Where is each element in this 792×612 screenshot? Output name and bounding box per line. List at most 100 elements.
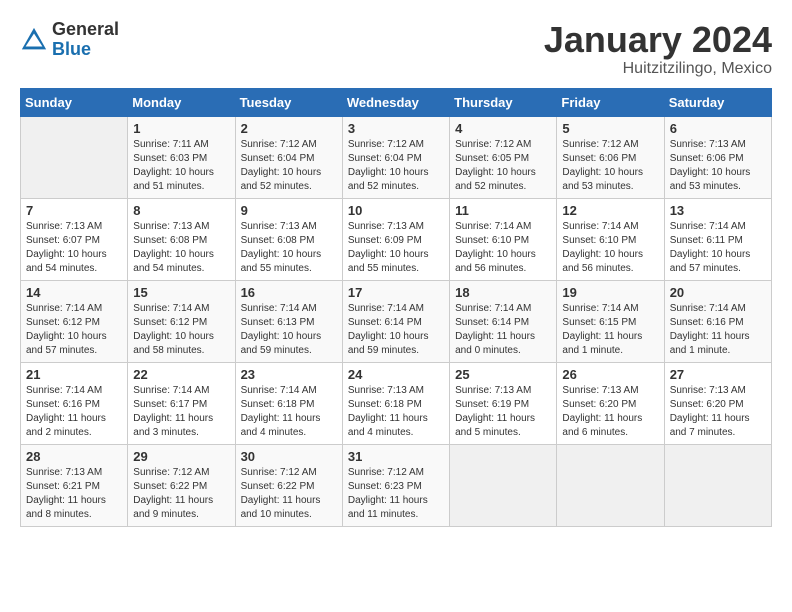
day-number: 14 bbox=[26, 285, 122, 300]
day-info: Sunrise: 7:13 AMSunset: 6:19 PMDaylight:… bbox=[455, 384, 551, 440]
day-info: Sunrise: 7:11 AMSunset: 6:03 PMDaylight:… bbox=[133, 138, 229, 194]
day-info: Sunrise: 7:14 AMSunset: 6:15 PMDaylight:… bbox=[562, 302, 658, 358]
day-info: Sunrise: 7:13 AMSunset: 6:20 PMDaylight:… bbox=[562, 384, 658, 440]
day-cell: 10Sunrise: 7:13 AMSunset: 6:09 PMDayligh… bbox=[342, 198, 449, 280]
calendar-table: SundayMondayTuesdayWednesdayThursdayFrid… bbox=[20, 88, 772, 527]
day-cell: 8 Sunrise: 7:13 AMSunset: 6:08 PMDaylight… bbox=[128, 198, 235, 280]
page-header: General Blue January 2024 Huitzitzilingo… bbox=[20, 20, 772, 78]
day-number: 10 bbox=[348, 203, 444, 218]
day-info: Sunrise: 7:13 AMSunset: 6:07 PMDaylight:… bbox=[26, 220, 122, 276]
day-number: 11 bbox=[455, 203, 551, 218]
location: Huitzitzilingo, Mexico bbox=[544, 60, 772, 78]
logo-general-text: General bbox=[52, 19, 119, 39]
day-cell: 17 Sunrise: 7:14 AMSunset: 6:14 PMDayligh… bbox=[342, 280, 449, 362]
day-cell: 28 Sunrise: 7:13 AMSunset: 6:21 PMDayligh… bbox=[21, 444, 128, 526]
day-number: 8 bbox=[133, 203, 229, 218]
day-info: Sunrise: 7:13 AMSunset: 6:06 PMDaylight:… bbox=[670, 138, 766, 194]
day-number: 9 bbox=[241, 203, 337, 218]
day-cell: 22Sunrise: 7:14 AMSunset: 6:17 PMDayligh… bbox=[128, 362, 235, 444]
day-info: Sunrise: 7:13 AMSunset: 6:21 PMDaylight:… bbox=[26, 466, 122, 522]
day-cell: 13Sunrise: 7:14 AMSunset: 6:11 PMDayligh… bbox=[664, 198, 771, 280]
day-number: 13 bbox=[670, 203, 766, 218]
day-number: 26 bbox=[562, 367, 658, 382]
day-number: 15 bbox=[133, 285, 229, 300]
day-number: 17 bbox=[348, 285, 444, 300]
day-number: 27 bbox=[670, 367, 766, 382]
day-info: Sunrise: 7:14 AMSunset: 6:18 PMDaylight:… bbox=[241, 384, 337, 440]
title-block: January 2024 Huitzitzilingo, Mexico bbox=[544, 20, 772, 78]
logo-blue-text: Blue bbox=[52, 39, 91, 59]
day-header-saturday: Saturday bbox=[664, 88, 771, 116]
day-number: 29 bbox=[133, 449, 229, 464]
day-number: 4 bbox=[455, 121, 551, 136]
day-number: 31 bbox=[348, 449, 444, 464]
day-cell: 30 Sunrise: 7:12 AMSunset: 6:22 PMDayligh… bbox=[235, 444, 342, 526]
day-cell: 1 Sunrise: 7:11 AMSunset: 6:03 PMDaylight… bbox=[128, 116, 235, 198]
day-number: 1 bbox=[133, 121, 229, 136]
day-number: 7 bbox=[26, 203, 122, 218]
month-title: January 2024 bbox=[544, 20, 772, 60]
day-number: 12 bbox=[562, 203, 658, 218]
day-number: 22 bbox=[133, 367, 229, 382]
day-cell: 18 Sunrise: 7:14 AMSunset: 6:14 PMDayligh… bbox=[450, 280, 557, 362]
week-row-2: 7 Sunrise: 7:13 AMSunset: 6:07 PMDaylight… bbox=[21, 198, 772, 280]
day-header-tuesday: Tuesday bbox=[235, 88, 342, 116]
day-cell: 25 Sunrise: 7:13 AMSunset: 6:19 PMDayligh… bbox=[450, 362, 557, 444]
day-number: 16 bbox=[241, 285, 337, 300]
day-number: 5 bbox=[562, 121, 658, 136]
day-number: 23 bbox=[241, 367, 337, 382]
day-number: 19 bbox=[562, 285, 658, 300]
week-row-3: 14 Sunrise: 7:14 AMSunset: 6:12 PMDayligh… bbox=[21, 280, 772, 362]
day-number: 30 bbox=[241, 449, 337, 464]
day-info: Sunrise: 7:12 AMSunset: 6:22 PMDaylight:… bbox=[241, 466, 337, 522]
day-cell bbox=[557, 444, 664, 526]
day-cell: 24Sunrise: 7:13 AMSunset: 6:18 PMDayligh… bbox=[342, 362, 449, 444]
day-number: 21 bbox=[26, 367, 122, 382]
day-cell: 2 Sunrise: 7:12 AMSunset: 6:04 PMDaylight… bbox=[235, 116, 342, 198]
day-info: Sunrise: 7:13 AMSunset: 6:08 PMDaylight:… bbox=[133, 220, 229, 276]
day-number: 28 bbox=[26, 449, 122, 464]
day-info: Sunrise: 7:14 AMSunset: 6:16 PMDaylight:… bbox=[26, 384, 122, 440]
day-cell: 5Sunrise: 7:12 AMSunset: 6:06 PMDaylight… bbox=[557, 116, 664, 198]
day-cell bbox=[21, 116, 128, 198]
day-info: Sunrise: 7:14 AMSunset: 6:14 PMDaylight:… bbox=[348, 302, 444, 358]
day-number: 20 bbox=[670, 285, 766, 300]
day-number: 3 bbox=[348, 121, 444, 136]
week-row-4: 21 Sunrise: 7:14 AMSunset: 6:16 PMDayligh… bbox=[21, 362, 772, 444]
day-info: Sunrise: 7:14 AMSunset: 6:16 PMDaylight:… bbox=[670, 302, 766, 358]
day-info: Sunrise: 7:12 AMSunset: 6:04 PMDaylight:… bbox=[241, 138, 337, 194]
day-info: Sunrise: 7:14 AMSunset: 6:14 PMDaylight:… bbox=[455, 302, 551, 358]
day-cell bbox=[450, 444, 557, 526]
day-number: 18 bbox=[455, 285, 551, 300]
day-number: 25 bbox=[455, 367, 551, 382]
logo-text: General Blue bbox=[52, 20, 119, 60]
day-cell: 21 Sunrise: 7:14 AMSunset: 6:16 PMDayligh… bbox=[21, 362, 128, 444]
day-info: Sunrise: 7:14 AMSunset: 6:10 PMDaylight:… bbox=[455, 220, 551, 276]
day-header-thursday: Thursday bbox=[450, 88, 557, 116]
day-header-monday: Monday bbox=[128, 88, 235, 116]
day-cell: 20 Sunrise: 7:14 AMSunset: 6:16 PMDayligh… bbox=[664, 280, 771, 362]
day-cell: 15Sunrise: 7:14 AMSunset: 6:12 PMDayligh… bbox=[128, 280, 235, 362]
day-number: 2 bbox=[241, 121, 337, 136]
day-info: Sunrise: 7:14 AMSunset: 6:13 PMDaylight:… bbox=[241, 302, 337, 358]
day-cell: 29 Sunrise: 7:12 AMSunset: 6:22 PMDayligh… bbox=[128, 444, 235, 526]
day-cell: 3 Sunrise: 7:12 AMSunset: 6:04 PMDaylight… bbox=[342, 116, 449, 198]
day-info: Sunrise: 7:12 AMSunset: 6:04 PMDaylight:… bbox=[348, 138, 444, 194]
day-header-wednesday: Wednesday bbox=[342, 88, 449, 116]
day-header-sunday: Sunday bbox=[21, 88, 128, 116]
day-cell: 31 Sunrise: 7:12 AMSunset: 6:23 PMDayligh… bbox=[342, 444, 449, 526]
day-cell: 12 Sunrise: 7:14 AMSunset: 6:10 PMDayligh… bbox=[557, 198, 664, 280]
day-info: Sunrise: 7:12 AMSunset: 6:23 PMDaylight:… bbox=[348, 466, 444, 522]
day-cell: 4 Sunrise: 7:12 AMSunset: 6:05 PMDaylight… bbox=[450, 116, 557, 198]
day-cell: 7 Sunrise: 7:13 AMSunset: 6:07 PMDaylight… bbox=[21, 198, 128, 280]
day-cell: 11 Sunrise: 7:14 AMSunset: 6:10 PMDayligh… bbox=[450, 198, 557, 280]
day-number: 24 bbox=[348, 367, 444, 382]
day-info: Sunrise: 7:13 AMSunset: 6:08 PMDaylight:… bbox=[241, 220, 337, 276]
day-info: Sunrise: 7:12 AMSunset: 6:22 PMDaylight:… bbox=[133, 466, 229, 522]
day-info: Sunrise: 7:12 AMSunset: 6:05 PMDaylight:… bbox=[455, 138, 551, 194]
week-row-1: 1 Sunrise: 7:11 AMSunset: 6:03 PMDaylight… bbox=[21, 116, 772, 198]
day-cell: 23 Sunrise: 7:14 AMSunset: 6:18 PMDayligh… bbox=[235, 362, 342, 444]
day-info: Sunrise: 7:14 AMSunset: 6:12 PMDaylight:… bbox=[26, 302, 122, 358]
day-info: Sunrise: 7:14 AMSunset: 6:10 PMDaylight:… bbox=[562, 220, 658, 276]
header-row: SundayMondayTuesdayWednesdayThursdayFrid… bbox=[21, 88, 772, 116]
